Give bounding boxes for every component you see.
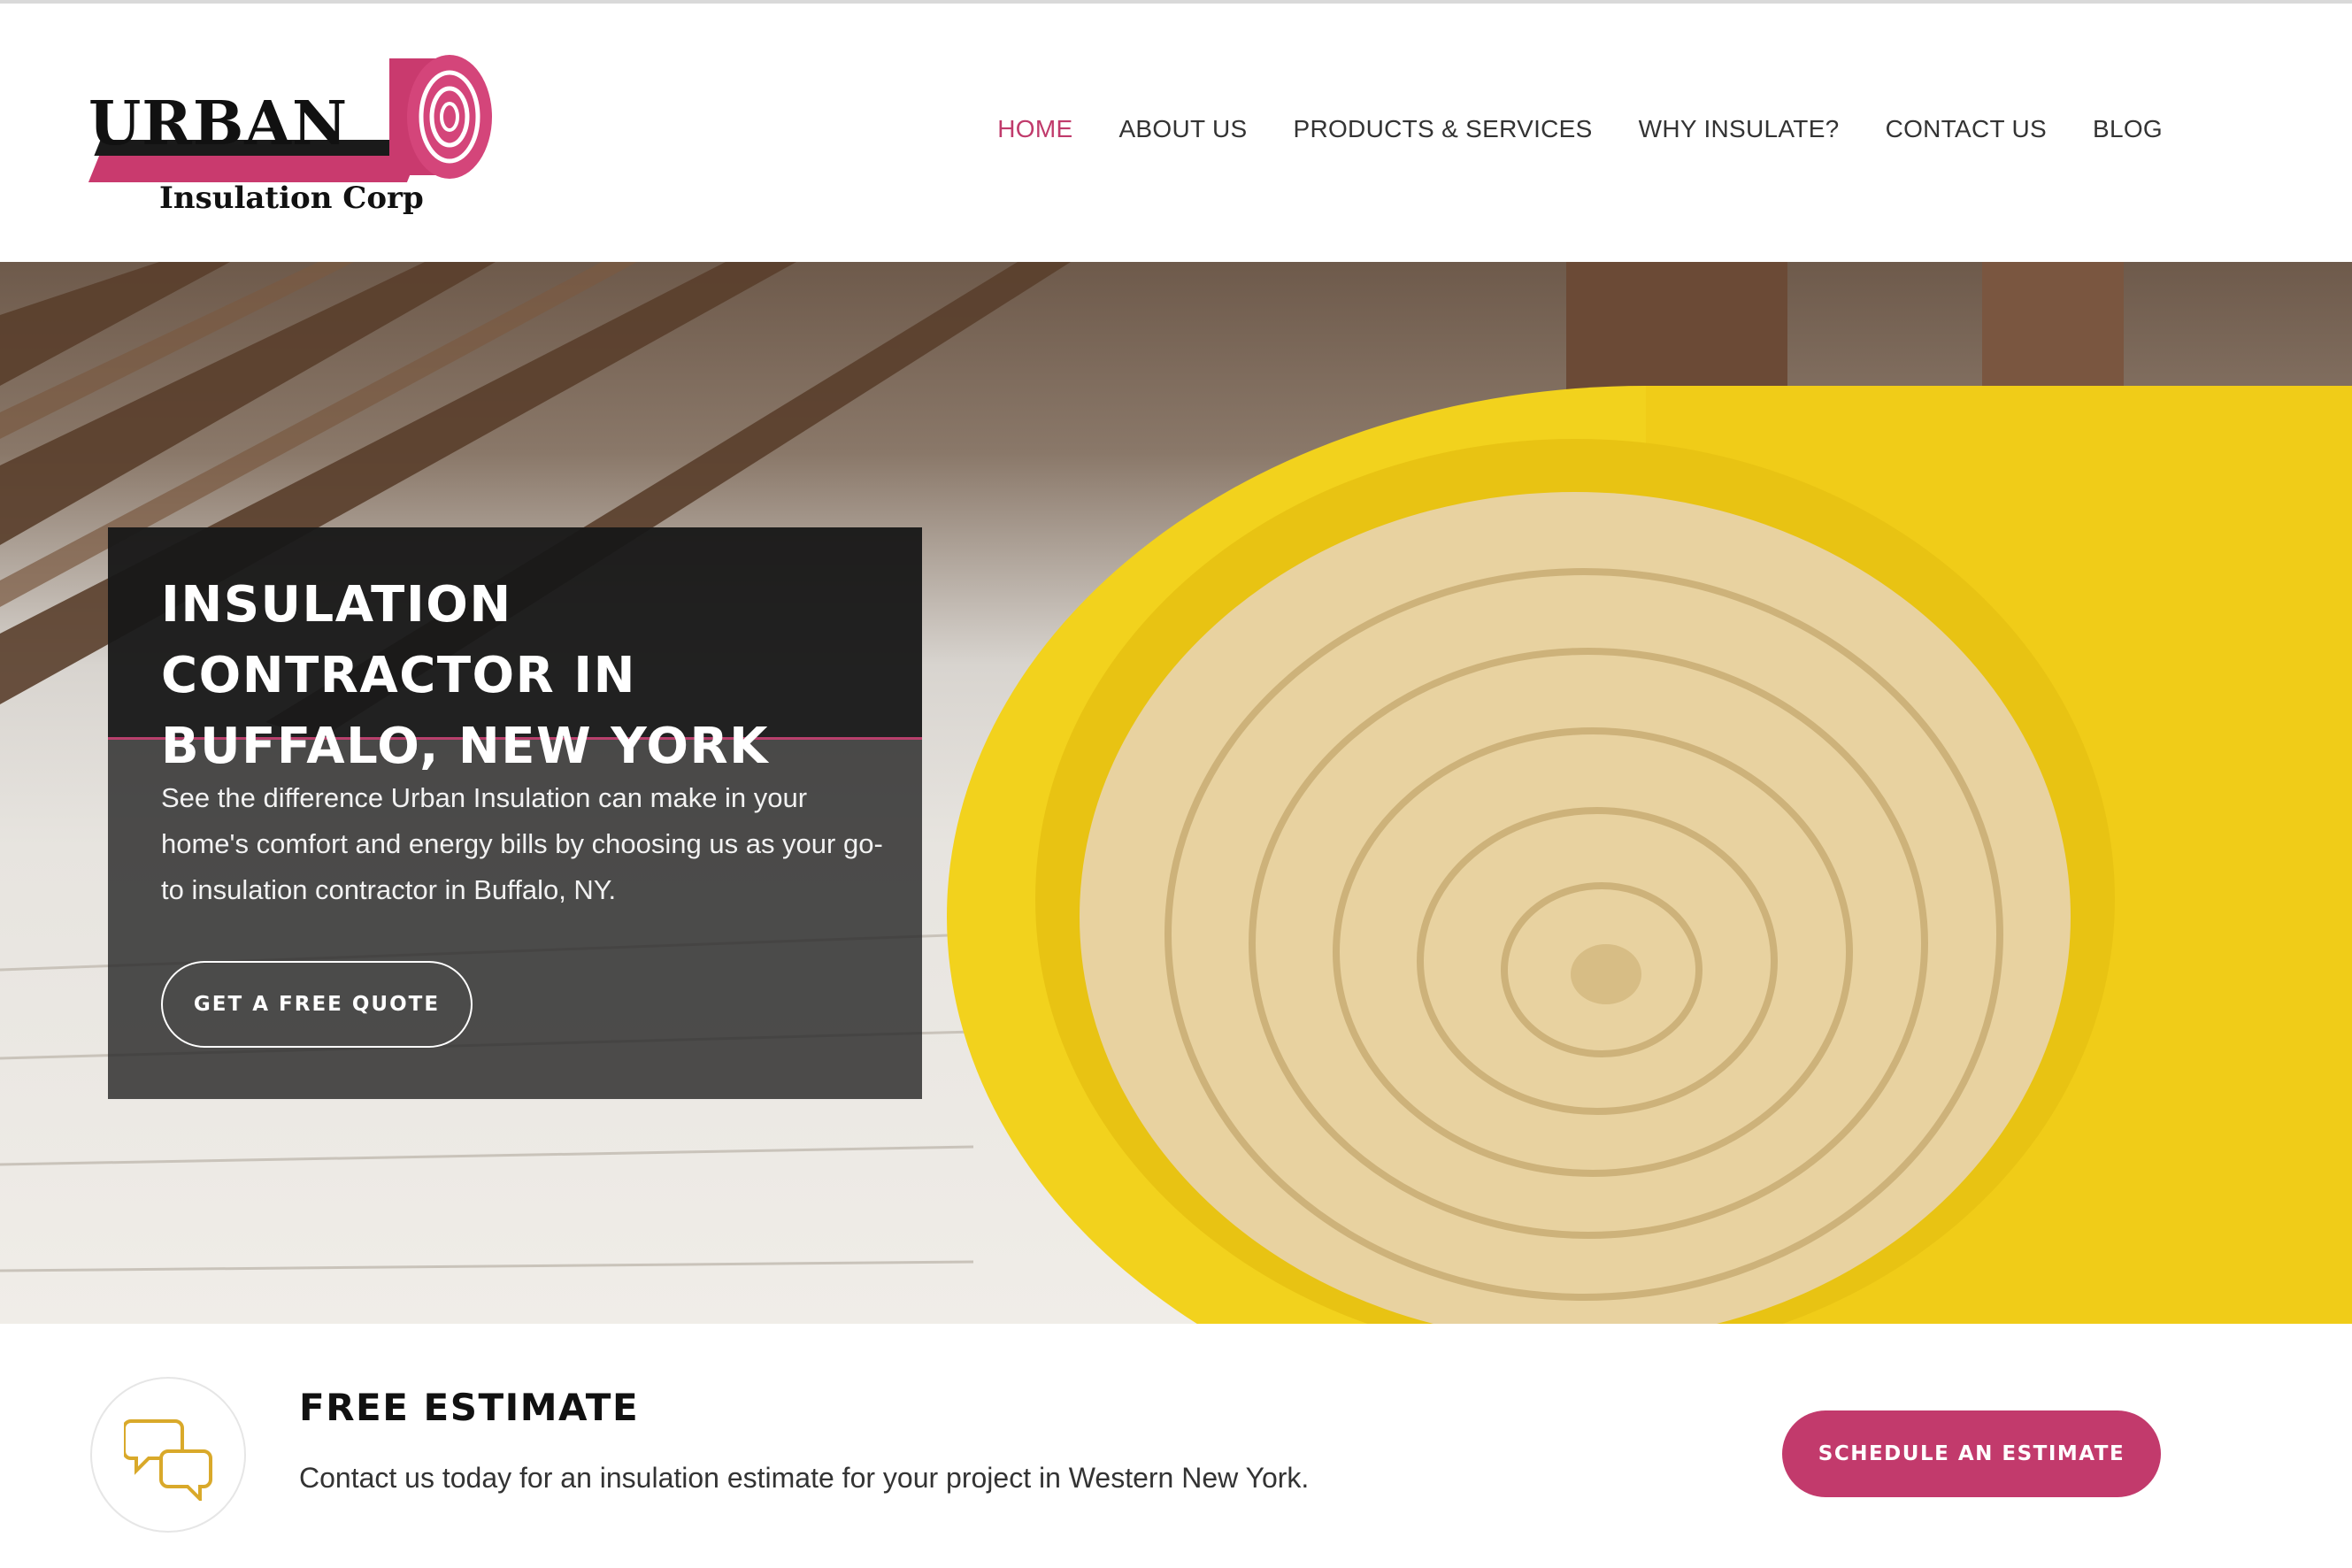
- hero-title: INSULATION CONTRACTOR IN BUFFALO, NEW YO…: [161, 576, 769, 775]
- logo-roll-icon: [389, 55, 492, 179]
- hero-title-panel: INSULATION CONTRACTOR IN BUFFALO, NEW YO…: [108, 527, 922, 775]
- logo-wordmark: URBAN: [88, 88, 349, 159]
- nav-about-us[interactable]: ABOUT US: [1118, 115, 1247, 143]
- nav-contact-us[interactable]: CONTACT US: [1886, 115, 2047, 143]
- free-estimate-section: FREE ESTIMATE Contact us today for an in…: [0, 1324, 2352, 1568]
- main-nav: HOME ABOUT US PRODUCTS & SERVICES WHY IN…: [951, 115, 2163, 143]
- free-estimate-title: FREE ESTIMATE: [299, 1386, 640, 1429]
- schedule-estimate-button[interactable]: SCHEDULE AN ESTIMATE: [1782, 1410, 2161, 1497]
- hero-card: INSULATION CONTRACTOR IN BUFFALO, NEW YO…: [108, 527, 922, 1099]
- nav-blog[interactable]: BLOG: [2093, 115, 2163, 143]
- nav-products-services[interactable]: PRODUCTS & SERVICES: [1293, 115, 1592, 143]
- hero-description: See the difference Urban Insulation can …: [161, 782, 883, 905]
- nav-home[interactable]: HOME: [997, 115, 1072, 143]
- chat-bubbles-icon: [90, 1377, 246, 1533]
- logo-subtitle: Insulation Corp: [159, 181, 424, 216]
- nav-why-insulate[interactable]: WHY INSULATE?: [1639, 115, 1840, 143]
- hero-banner: INSULATION CONTRACTOR IN BUFFALO, NEW YO…: [0, 262, 2352, 1324]
- site-logo[interactable]: URBAN Insulation Corp: [88, 48, 496, 225]
- free-estimate-text: Contact us today for an insulation estim…: [299, 1462, 1310, 1494]
- get-free-quote-button[interactable]: GET A FREE QUOTE: [161, 961, 473, 1048]
- site-header: URBAN Insulation Corp HOME ABOUT US PROD…: [0, 4, 2352, 262]
- logo-board: [88, 156, 419, 182]
